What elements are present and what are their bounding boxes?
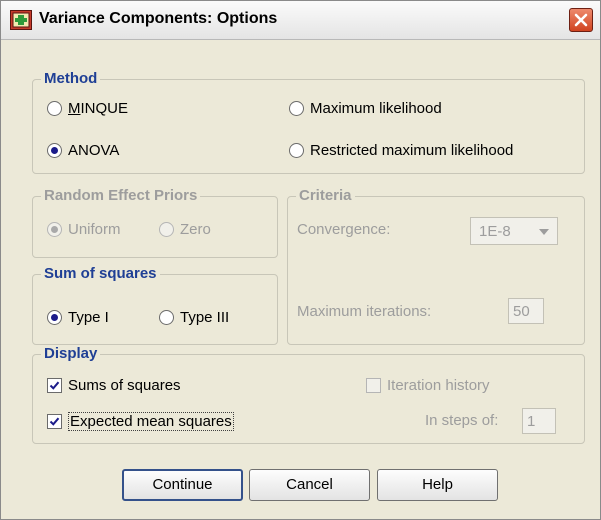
type-iii-radio-circle[interactable] <box>159 309 174 325</box>
minque-label-rest: INQUE <box>80 99 129 117</box>
zero-label: Zero <box>180 220 211 238</box>
uniform-radio[interactable]: Uniform <box>47 219 121 239</box>
iteration-history-checkbox[interactable]: Iteration history <box>366 375 490 395</box>
expected-mean-squares-checkbox[interactable]: Expected mean squares <box>47 411 234 431</box>
method-group-title: Method <box>41 70 101 87</box>
random-effect-priors-title: Random Effect Priors <box>41 187 201 204</box>
minque-radio[interactable]: MINQUE <box>47 98 128 118</box>
uniform-label: Uniform <box>68 220 121 238</box>
type-i-radio[interactable]: Type I <box>47 307 109 327</box>
convergence-value: 1E-8 <box>479 223 511 240</box>
sum-of-squares-group: Sum of squares Type I Type III <box>32 265 278 345</box>
close-x-icon <box>574 13 588 27</box>
continue-button[interactable]: Continue <box>122 469 243 501</box>
cancel-button[interactable]: Cancel <box>249 469 370 501</box>
max-iterations-input[interactable]: 50 <box>508 298 544 324</box>
type-iii-label: Type III <box>180 308 230 326</box>
minque-radio-circle[interactable] <box>47 100 62 116</box>
maximum-likelihood-radio[interactable]: Maximum likelihood <box>289 98 442 118</box>
in-steps-label: In steps of: <box>425 412 499 429</box>
uniform-radio-circle[interactable] <box>47 221 62 237</box>
close-button[interactable] <box>569 8 593 32</box>
restricted-maximum-likelihood-label: Restricted maximum likelihood <box>310 141 514 159</box>
expected-mean-squares-label: Expected mean squares <box>68 411 234 431</box>
sum-of-squares-title: Sum of squares <box>41 265 160 282</box>
criteria-group: Criteria Convergence: 1E-8 Maximum itera… <box>287 187 585 345</box>
type-i-label: Type I <box>68 308 109 326</box>
checkmark-icon <box>49 381 60 390</box>
sums-of-squares-label: Sums of squares <box>68 376 181 394</box>
minque-mnemonic: M <box>68 99 81 117</box>
type-i-radio-circle[interactable] <box>47 309 62 325</box>
restricted-maximum-likelihood-radio-circle[interactable] <box>289 142 304 158</box>
convergence-label: Convergence: <box>297 221 391 238</box>
maximum-likelihood-radio-circle[interactable] <box>289 100 304 116</box>
title-bar[interactable]: Variance Components: Options <box>1 1 600 40</box>
dialog-window: Variance Components: Options Method MINQ… <box>0 0 601 520</box>
restricted-maximum-likelihood-radio[interactable]: Restricted maximum likelihood <box>289 140 513 160</box>
help-button[interactable]: Help <box>377 469 498 501</box>
type-iii-radio[interactable]: Type III <box>159 307 229 327</box>
iteration-history-check[interactable] <box>366 377 381 393</box>
dialog-body: Method MINQUE Maximum likelihood ANOVA R… <box>5 41 596 517</box>
minque-label: MINQUE <box>68 100 128 117</box>
random-effect-priors-group: Random Effect Priors Uniform Zero <box>32 187 278 258</box>
criteria-title: Criteria <box>296 187 355 204</box>
zero-radio[interactable]: Zero <box>159 219 211 239</box>
sums-of-squares-check[interactable] <box>47 377 62 393</box>
method-group: Method MINQUE Maximum likelihood ANOVA R… <box>32 70 585 174</box>
max-iterations-label: Maximum iterations: <box>297 303 432 320</box>
in-steps-input[interactable]: 1 <box>522 408 556 434</box>
maximum-likelihood-label: Maximum likelihood <box>310 99 442 117</box>
anova-radio[interactable]: ANOVA <box>47 140 119 160</box>
spss-dialog-icon <box>10 10 32 30</box>
sums-of-squares-checkbox[interactable]: Sums of squares <box>47 375 181 395</box>
iteration-history-label: Iteration history <box>387 376 490 394</box>
display-group: Display Sums of squares Expected mean sq… <box>32 345 585 444</box>
anova-radio-circle[interactable] <box>47 142 62 158</box>
convergence-dropdown[interactable]: 1E-8 <box>470 217 558 245</box>
chevron-down-icon <box>539 229 549 235</box>
expected-mean-squares-check[interactable] <box>47 413 62 429</box>
anova-label: ANOVA <box>68 141 120 159</box>
dialog-title: Variance Components: Options <box>39 10 278 27</box>
display-title: Display <box>41 345 101 362</box>
checkmark-icon <box>49 417 60 426</box>
zero-radio-circle[interactable] <box>159 221 174 237</box>
